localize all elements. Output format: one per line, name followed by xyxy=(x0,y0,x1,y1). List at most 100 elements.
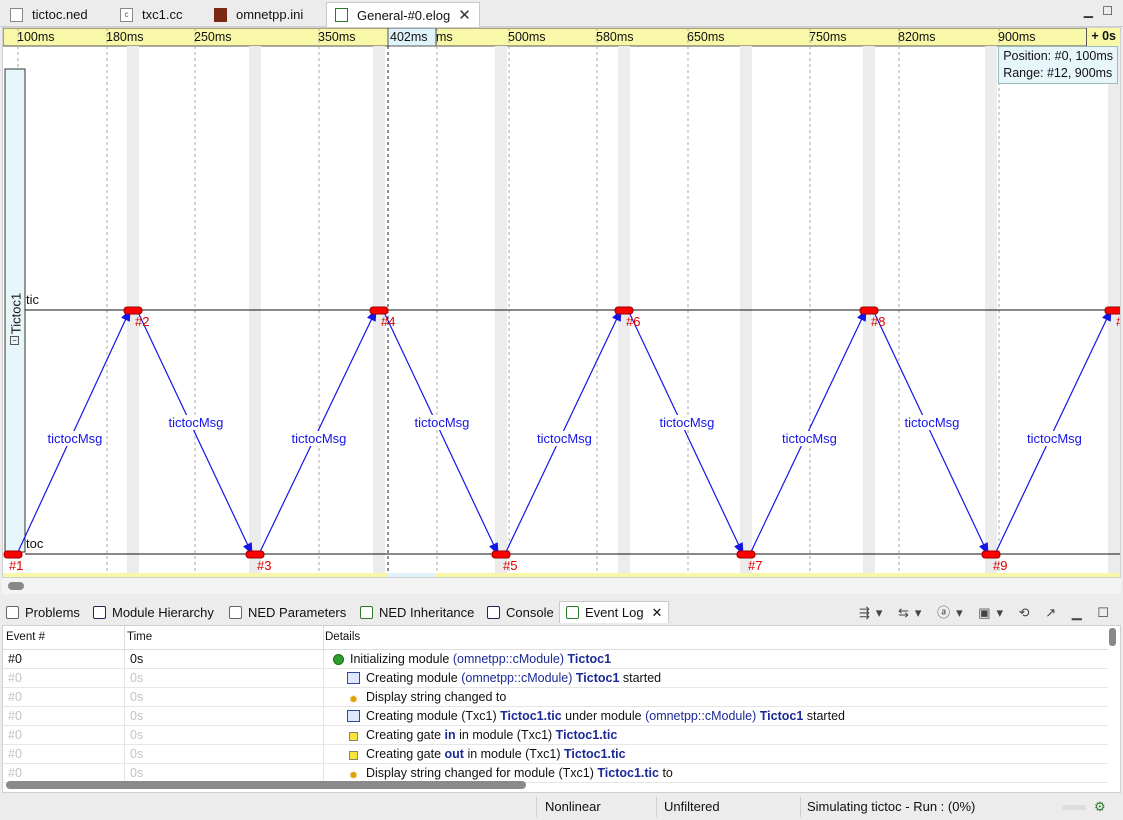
event-label[interactable]: #8 xyxy=(871,314,885,329)
progress-bar xyxy=(1062,805,1086,810)
tab-txc1-cc[interactable]: c txc1.cc xyxy=(112,2,190,27)
time-cell: 0s xyxy=(130,766,144,780)
sequence-chart[interactable]: Tictoc1 − tic toc 100ms 180ms 250ms 350ms ms… xyxy=(2,27,1121,578)
tab-ned-parameters[interactable]: NED Parameters xyxy=(229,601,346,623)
event-log-table[interactable]: Event # Time Details #0 0s Initializing mo… xyxy=(2,625,1121,793)
close-icon[interactable]: ✕ xyxy=(458,6,471,24)
message-label[interactable]: tictocMsg xyxy=(168,415,224,430)
tab-label: General-#0.elog xyxy=(357,7,451,23)
sequence-chart-canvas[interactable] xyxy=(3,28,1121,578)
time-cell: 0s xyxy=(130,671,144,685)
horizontal-scrollbar[interactable] xyxy=(2,578,1121,594)
minimize-icon[interactable]: ▁ xyxy=(1084,4,1093,18)
green-dot-icon xyxy=(333,654,344,665)
gate-icon xyxy=(349,751,358,760)
message-label[interactable]: tictocMsg xyxy=(904,415,960,430)
column-header-event[interactable]: Event # xyxy=(6,631,45,643)
column-header-details[interactable]: Details xyxy=(325,631,360,643)
table-row[interactable]: #0 0s Creating gate in in module (Txc1) Ti… xyxy=(3,726,1108,745)
tab-module-hierarchy[interactable]: Module Hierarchy xyxy=(93,601,214,623)
line-filter-icon[interactable]: ⓐ▾ xyxy=(937,605,969,620)
event-label[interactable]: #5 xyxy=(503,558,517,573)
views-tab-bar: Problems Module Hierarchy NED Parameters… xyxy=(0,598,1123,624)
event-label[interactable]: #9 xyxy=(993,558,1007,573)
message-label[interactable]: tictocMsg xyxy=(782,431,837,446)
vertical-scrollbar-thumb[interactable] xyxy=(1109,628,1116,646)
event-number-cell: #0 xyxy=(8,728,22,742)
message-label[interactable]: tictocMsg xyxy=(291,431,347,446)
message-label[interactable]: tictocMsg xyxy=(1027,431,1082,446)
position-text: Position: #0, 100ms xyxy=(1003,49,1113,63)
time-cell: 0s xyxy=(130,728,144,742)
event-number-cell: #0 xyxy=(8,671,22,685)
tab-general-elog[interactable]: General-#0.elog ✕ xyxy=(326,2,480,27)
elog-file-icon xyxy=(335,8,348,22)
table-row[interactable]: #0 0s ✹ Display string changed to xyxy=(3,688,1108,707)
horizontal-scrollbar-thumb[interactable] xyxy=(6,781,526,789)
display-mode-icon[interactable]: ▣▾ xyxy=(978,605,1009,620)
refresh-icon[interactable]: ⟲ xyxy=(1019,605,1036,620)
ruler-tick-label: 750ms xyxy=(809,30,847,44)
event-label[interactable]: #6 xyxy=(626,314,640,329)
ruler-tick-label: 820ms xyxy=(898,30,936,44)
scrollbar-thumb[interactable] xyxy=(8,582,24,590)
message-label[interactable]: tictocMsg xyxy=(659,415,715,430)
time-cell: 0s xyxy=(130,747,144,761)
close-icon[interactable]: ✕ xyxy=(652,605,663,621)
table-row[interactable]: #0 0s Creating gate out in module (Txc1) T… xyxy=(3,745,1108,764)
event-label[interactable]: # xyxy=(1116,314,1120,329)
details-cell: Creating module (omnetpp::cModule) Ticto… xyxy=(347,671,661,685)
range-text: Range: #12, 900ms xyxy=(1003,66,1113,80)
minimize-icon[interactable]: ▁ xyxy=(1072,605,1088,620)
event-log-icon xyxy=(566,606,579,619)
cc-file-icon: c xyxy=(120,7,133,22)
cursor-time-label: 402ms xyxy=(390,30,428,44)
tab-label: NED Inheritance xyxy=(379,604,475,620)
details-cell: Creating gate in in module (Txc1) Tictoc… xyxy=(347,728,617,742)
pin-icon[interactable]: ↗ xyxy=(1045,605,1062,620)
table-row[interactable]: #0 0s Creating module (Txc1) Tictoc1.tic u… xyxy=(3,707,1108,726)
progress-text: Simulating tictoc - Run : (0%) xyxy=(807,799,976,814)
message-label[interactable]: tictocMsg xyxy=(537,431,592,446)
event-marker xyxy=(123,306,143,315)
event-label[interactable]: #1 xyxy=(9,558,23,573)
module-expand-toggle[interactable]: Tictoc1 − xyxy=(4,286,26,346)
event-marker xyxy=(1104,306,1120,315)
tab-label: Module Hierarchy xyxy=(112,604,214,620)
event-label[interactable]: #4 xyxy=(381,314,395,329)
position-range-tooltip: Position: #0, 100ms Range: #12, 900ms xyxy=(998,46,1118,84)
module-name-label: Tictoc1 xyxy=(8,292,24,335)
event-label[interactable]: #3 xyxy=(257,558,271,573)
create-module-icon xyxy=(347,672,360,684)
progress-icon[interactable]: ⚙ xyxy=(1094,799,1106,815)
ruler-tick-label: ms xyxy=(436,30,453,44)
filter-icon[interactable]: ⇶▾ xyxy=(859,605,888,620)
tab-console[interactable]: Console xyxy=(487,601,554,623)
event-label[interactable]: #2 xyxy=(135,314,149,329)
details-cell: Creating module (Txc1) Tictoc1.tic under… xyxy=(347,709,845,723)
message-label[interactable]: tictocMsg xyxy=(414,415,470,430)
navigate-icon[interactable]: ⇆▾ xyxy=(898,605,927,620)
event-marker xyxy=(3,550,23,559)
time-cell: 0s xyxy=(130,652,144,666)
maximize-icon[interactable]: ☐ xyxy=(1102,4,1113,18)
table-row[interactable]: #0 0s Creating module (omnetpp::cModule) T… xyxy=(3,669,1108,688)
collapse-icon[interactable]: − xyxy=(10,336,19,345)
event-label[interactable]: #7 xyxy=(748,558,762,573)
ruler-tick-label: 500ms xyxy=(508,30,546,44)
maximize-icon[interactable]: ☐ xyxy=(1097,605,1115,620)
filter-status[interactable]: Unfiltered xyxy=(664,799,720,814)
tab-ned-inheritance[interactable]: NED Inheritance xyxy=(360,601,474,623)
ruler-tick-label: 580ms xyxy=(596,30,634,44)
tab-omnetpp-ini[interactable]: omnetpp.ini xyxy=(206,2,311,27)
view-toolbar: ⇶▾ ⇆▾ ⓐ▾ ▣▾ ⟲ ↗ ▁ ☐ xyxy=(859,602,1115,621)
tab-tictoc-ned[interactable]: tictoc.ned xyxy=(2,2,96,27)
tab-problems[interactable]: Problems xyxy=(6,601,80,623)
message-label[interactable]: tictocMsg xyxy=(47,431,103,446)
editor-tab-bar: tictoc.ned c txc1.cc omnetpp.ini General… xyxy=(0,0,1123,27)
timeline-mode[interactable]: Nonlinear xyxy=(545,799,601,814)
column-header-time[interactable]: Time xyxy=(127,631,152,643)
tab-label: Console xyxy=(506,604,554,620)
tab-event-log[interactable]: Event Log ✕ xyxy=(559,601,670,623)
table-row[interactable]: #0 0s Initializing module (omnetpp::cModul… xyxy=(3,650,1108,669)
